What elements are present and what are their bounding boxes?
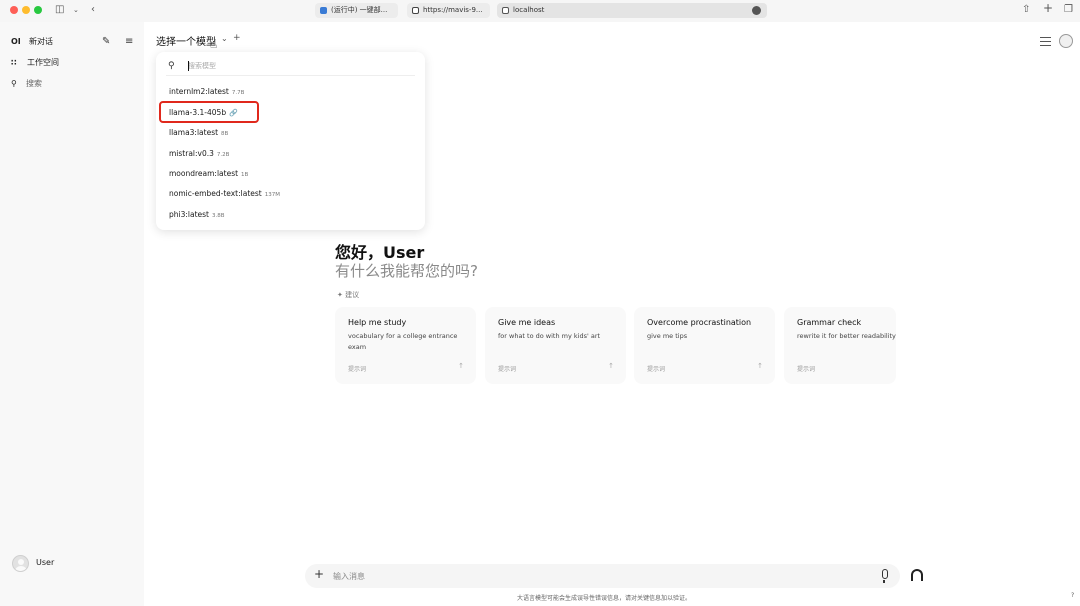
controls-icon[interactable]: [1040, 36, 1051, 46]
model-option[interactable]: moondream:latest 1B: [169, 169, 248, 178]
card-description: vocabulary for a college entrance exam: [348, 332, 458, 351]
arrow-up-icon: ↑: [757, 362, 763, 370]
model-option[interactable]: internlm2:latest 7.7B: [169, 87, 244, 96]
maximize-window-button[interactable]: [34, 6, 42, 14]
browser-tab-active[interactable]: localhost: [497, 3, 767, 18]
site-settings-icon[interactable]: [752, 6, 761, 15]
model-size: 3.8B: [211, 213, 225, 219]
user-name[interactable]: User: [36, 558, 54, 567]
card-hint: 提示词: [647, 366, 666, 373]
headphones-icon[interactable]: [911, 569, 923, 581]
model-name: nomic-embed-text:latest: [169, 189, 262, 198]
tab-label: localhost: [513, 6, 545, 14]
back-icon[interactable]: ‹: [91, 3, 95, 17]
model-size: 7.2B: [216, 152, 230, 158]
arrow-up-icon: ↑: [608, 362, 614, 370]
card-title: Grammar check: [797, 318, 862, 327]
model-dropdown: ⚲ internlm2:latest7.7B llama-3.1-405b🔗 l…: [156, 52, 425, 230]
model-option[interactable]: mistral:v0.3 7.2B: [169, 149, 229, 158]
tab-label: https://mavis-9...: [423, 6, 483, 14]
help-icon[interactable]: ?: [1071, 592, 1074, 599]
sparkle-icon: ✦: [337, 291, 343, 299]
header-avatar[interactable]: [1059, 34, 1073, 48]
message-composer: +: [305, 564, 900, 588]
model-size: 1B: [241, 172, 249, 178]
sidebar-new-chat[interactable]: OI 新对话: [11, 36, 53, 48]
browser-toolbar: ◫ ⌄ ‹ (运行中) 一键部... https://mavis-9... lo…: [0, 0, 1080, 22]
share-icon[interactable]: ⇧: [1022, 3, 1030, 17]
text-caret: [188, 61, 189, 71]
model-name: llama3:latest: [169, 128, 219, 137]
card-title: Help me study: [348, 318, 407, 327]
card-description: for what to do with my kids' art: [498, 332, 601, 340]
microphone-icon[interactable]: [882, 569, 888, 583]
model-size: 137M: [264, 192, 280, 198]
card-hint: 提示词: [348, 366, 367, 373]
card-title: Give me ideas: [498, 318, 556, 327]
minimize-window-button[interactable]: [22, 6, 30, 14]
model-search-input[interactable]: [188, 60, 408, 72]
arrow-up-icon: ↑: [458, 362, 464, 370]
browser-tab[interactable]: (运行中) 一键部...: [315, 3, 398, 18]
sidebar-item-label: 工作空间: [27, 58, 59, 67]
message-input[interactable]: [333, 568, 853, 584]
new-tab-icon[interactable]: +: [1043, 1, 1053, 15]
model-name: phi3:latest: [169, 210, 209, 219]
edit-icon[interactable]: ✎: [102, 36, 110, 47]
menu-icon[interactable]: ≡: [125, 36, 133, 47]
model-select-title[interactable]: 选择一个模型: [156, 33, 216, 48]
suggestion-card[interactable]: Grammar check rewrite it for better read…: [784, 307, 896, 384]
suggestions-label: ✦ 建议: [337, 290, 359, 300]
card-hint: 提示词: [797, 366, 816, 373]
tabs-overview-icon[interactable]: ❐: [1064, 3, 1073, 17]
chevron-down-icon[interactable]: ⌄: [221, 34, 228, 43]
chevron-down-icon[interactable]: ⌄: [73, 3, 79, 17]
disclaimer-text: 大语言模型可能会生成误导性错误信息，请对关键信息加以验证。: [517, 595, 692, 602]
add-model-button[interactable]: +: [233, 33, 241, 43]
model-option[interactable]: nomic-embed-text:latest 137M: [169, 189, 280, 198]
suggestion-card[interactable]: Overcome procrastination give me tips 提示…: [634, 307, 775, 384]
suggestion-card[interactable]: Help me study vocabulary for a college e…: [335, 307, 476, 384]
tab-favicon-icon: [502, 7, 509, 14]
tab-favicon-icon: [320, 7, 327, 14]
attach-plus-icon[interactable]: +: [314, 567, 324, 581]
model-size: 7.7B: [231, 90, 245, 96]
tab-label: (运行中) 一键部...: [331, 6, 388, 14]
sidebar-item-label: 搜索: [26, 79, 42, 88]
suggestion-card[interactable]: Give me ideas for what to do with my kid…: [485, 307, 626, 384]
new-chat-label: 新对话: [29, 37, 53, 46]
model-name: internlm2:latest: [169, 87, 229, 96]
model-option[interactable]: llama3:latest 8B: [169, 128, 228, 137]
card-title: Overcome procrastination: [647, 318, 752, 327]
search-icon: ⚲: [11, 79, 17, 88]
card-hint: 提示词: [498, 366, 517, 373]
workspace-icon: ∷: [11, 58, 17, 67]
close-window-button[interactable]: [10, 6, 18, 14]
sidebar-item-search[interactable]: ⚲ 搜索: [11, 78, 42, 90]
highlight-annotation: [159, 101, 259, 123]
search-icon: ⚲: [168, 61, 175, 71]
model-name: moondream:latest: [169, 169, 239, 178]
tab-favicon-icon: [412, 7, 419, 14]
card-description: rewrite it for better readability: [797, 332, 896, 340]
greeting-subtitle: 有什么我能帮您的吗?: [335, 262, 478, 280]
card-description: give me tips: [647, 332, 688, 340]
avatar[interactable]: [12, 555, 29, 572]
browser-tab[interactable]: https://mavis-9...: [407, 3, 490, 18]
pointer-cursor-icon: ☝: [210, 37, 218, 51]
suggestions-label-text: 建议: [345, 291, 360, 299]
sidebar-toggle-icon[interactable]: ◫: [55, 3, 64, 17]
model-option[interactable]: phi3:latest 3.8B: [169, 210, 225, 219]
model-size: 8B: [221, 131, 229, 137]
sidebar-item-workspace[interactable]: ∷ 工作空间: [11, 57, 59, 69]
model-name: mistral:v0.3: [169, 149, 214, 158]
model-search: ⚲: [166, 58, 415, 76]
logo: OI: [11, 37, 21, 46]
sidebar: OI 新对话 ✎ ≡ ∷ 工作空间 ⚲ 搜索: [0, 22, 144, 606]
